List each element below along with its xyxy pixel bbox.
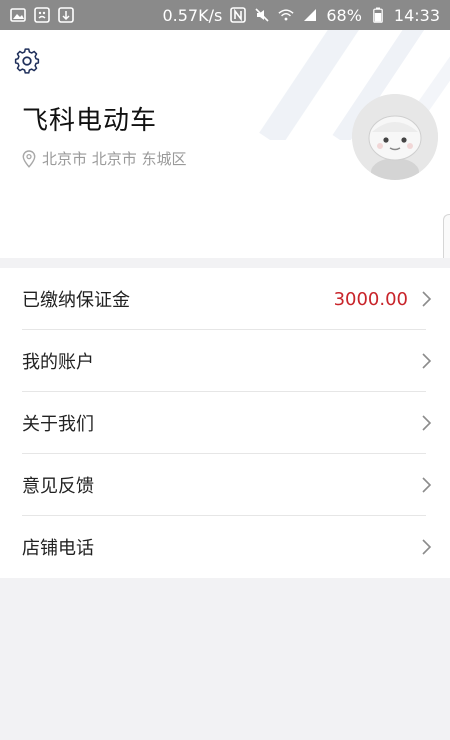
menu-item-label: 我的账户 xyxy=(22,352,94,373)
side-handle[interactable] xyxy=(443,214,450,258)
wifi-icon xyxy=(278,7,294,23)
avatar-icon xyxy=(352,94,438,180)
battery-percent: 68% xyxy=(326,5,362,25)
nfc-icon xyxy=(230,7,247,23)
chevron-right-icon xyxy=(422,291,432,307)
network-speed: 0.57K/s xyxy=(162,5,223,25)
chevron-right-icon xyxy=(422,539,432,555)
location-pin-icon xyxy=(22,149,36,168)
menu-item-label: 店铺电话 xyxy=(22,538,94,559)
status-left xyxy=(10,7,74,23)
signal-icon xyxy=(302,7,318,23)
status-bar: 0.57K/s 68% 14:33 xyxy=(0,0,450,30)
menu-item-my-account[interactable]: 我的账户 xyxy=(0,330,450,392)
menu-item-deposit[interactable]: 已缴纳保证金 3000.00 xyxy=(0,268,450,330)
chevron-right-icon xyxy=(422,415,432,431)
menu-item-right: 3000.00 xyxy=(334,289,432,310)
chevron-right-icon xyxy=(422,353,432,369)
clock: 14:33 xyxy=(393,5,440,25)
menu-item-label: 关于我们 xyxy=(22,414,94,435)
mute-icon xyxy=(254,7,270,23)
location-text: 北京市 北京市 东城区 xyxy=(42,150,187,168)
settings-button[interactable] xyxy=(12,46,42,76)
menu-item-label: 意见反馈 xyxy=(22,476,94,497)
store-name: 飞科电动车 xyxy=(22,106,158,136)
menu-item-store-phone[interactable]: 店铺电话 xyxy=(0,516,450,578)
menu-list: 已缴纳保证金 3000.00 我的账户 关于我们 意见反馈 店铺电话 xyxy=(0,268,450,578)
image-icon xyxy=(10,7,26,23)
download-icon xyxy=(58,7,74,23)
menu-item-feedback[interactable]: 意见反馈 xyxy=(0,454,450,516)
location-row: 北京市 北京市 东城区 xyxy=(22,148,187,169)
settings-gear-icon xyxy=(14,48,40,74)
menu-item-right xyxy=(420,352,432,370)
profile-card: 飞科电动车 北京市 北京市 东城区 xyxy=(0,30,450,258)
status-right: 0.57K/s 68% 14:33 xyxy=(162,6,440,25)
baidu-icon xyxy=(34,7,50,23)
menu-item-about-us[interactable]: 关于我们 xyxy=(0,392,450,454)
avatar[interactable] xyxy=(352,94,438,180)
deposit-amount: 3000.00 xyxy=(333,288,408,310)
menu-item-right xyxy=(420,414,432,432)
battery-icon xyxy=(370,7,386,23)
chevron-right-icon xyxy=(422,477,432,493)
menu-item-right xyxy=(420,538,432,556)
menu-item-label: 已缴纳保证金 xyxy=(22,290,130,311)
menu-item-right xyxy=(420,476,432,494)
